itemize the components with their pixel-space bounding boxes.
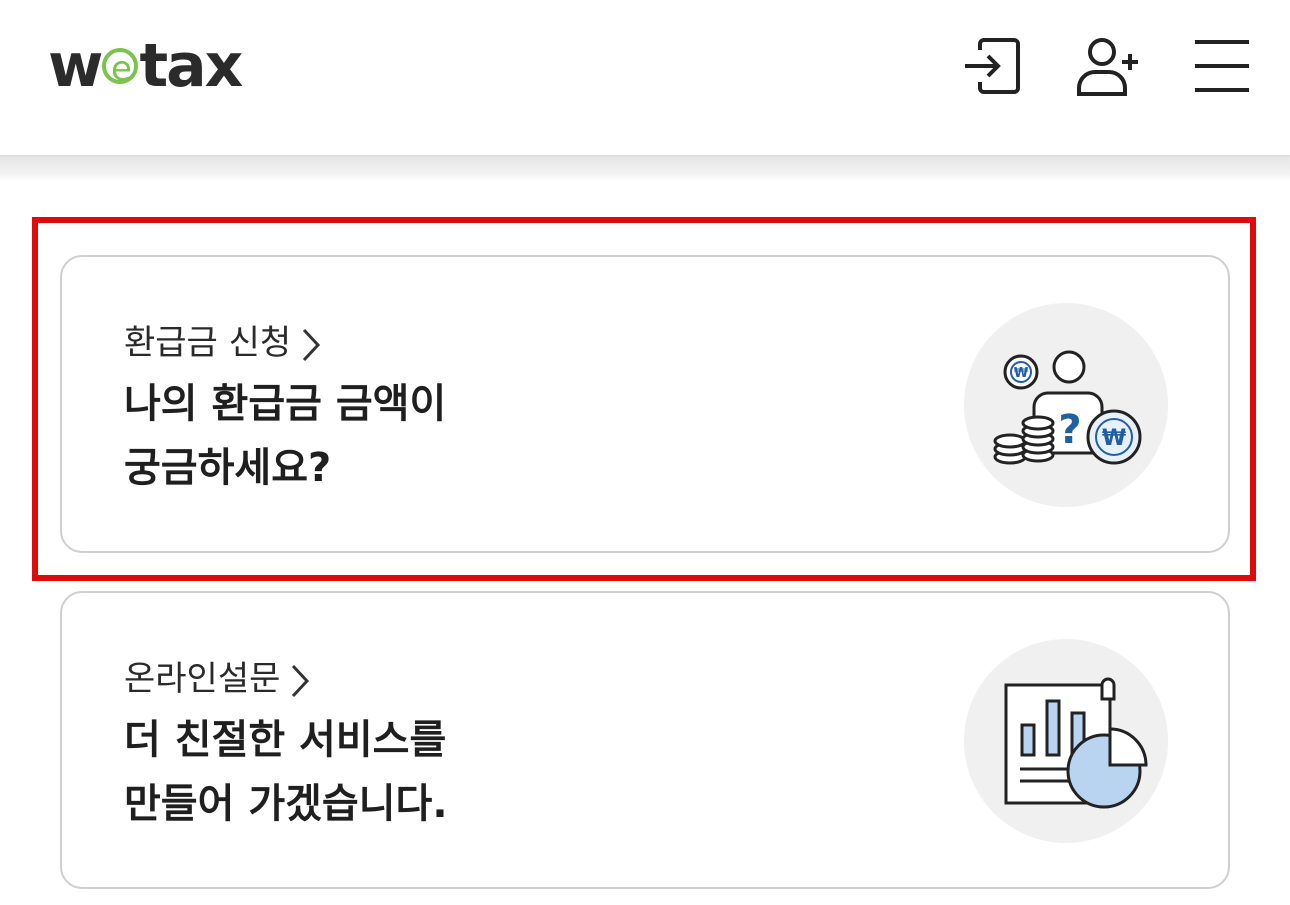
app-header: w e tax	[0, 0, 1290, 157]
refund-title-line-1: 나의 환급금 금액이	[124, 381, 447, 427]
survey-title-line-1: 더 친절한 서비스를	[124, 717, 447, 763]
menu-icon	[1195, 40, 1249, 92]
survey-card[interactable]: 온라인설문 더 친절한 서비스를 만들어 가겠습니다.	[60, 591, 1230, 889]
logo-suffix: tax	[139, 31, 243, 101]
online-survey-link[interactable]: 온라인설문	[124, 651, 310, 700]
login-button[interactable]	[962, 36, 1022, 98]
refund-title-line-2: 궁금하세요?	[124, 445, 332, 491]
svg-text:?: ?	[1058, 407, 1081, 453]
refund-card[interactable]: 환급금 신청 나의 환급금 금액이 궁금하세요? ? ₩ ₩	[60, 255, 1230, 553]
login-icon	[965, 38, 1020, 94]
menu-button[interactable]	[1192, 36, 1252, 98]
logo-prefix: w	[48, 31, 103, 101]
header-divider	[0, 157, 1290, 181]
chevron-right-icon	[292, 664, 310, 697]
refund-illustration: ? ₩ ₩	[964, 303, 1168, 507]
wetax-logo[interactable]: w e tax	[48, 36, 243, 96]
survey-illustration	[964, 639, 1168, 843]
survey-link-label: 온라인설문	[124, 659, 281, 699]
svg-text:₩: ₩	[1102, 426, 1126, 451]
survey-chart-icon	[1004, 677, 1148, 809]
refund-link-label: 환급금 신청	[124, 323, 292, 363]
survey-card-title: 더 친절한 서비스를 만들어 가겠습니다.	[124, 708, 448, 836]
chevron-right-icon	[303, 328, 321, 361]
refund-card-title: 나의 환급금 금액이 궁금하세요?	[124, 372, 446, 500]
signup-button[interactable]	[1076, 36, 1138, 98]
logo-e-mark: e	[102, 48, 139, 86]
svg-text:₩: ₩	[1014, 366, 1029, 381]
refund-apply-link[interactable]: 환급금 신청	[124, 315, 321, 364]
refund-icon: ? ₩ ₩	[993, 350, 1142, 465]
signup-icon	[1077, 38, 1138, 96]
survey-title-line-2: 만들어 가겠습니다.	[124, 781, 448, 827]
